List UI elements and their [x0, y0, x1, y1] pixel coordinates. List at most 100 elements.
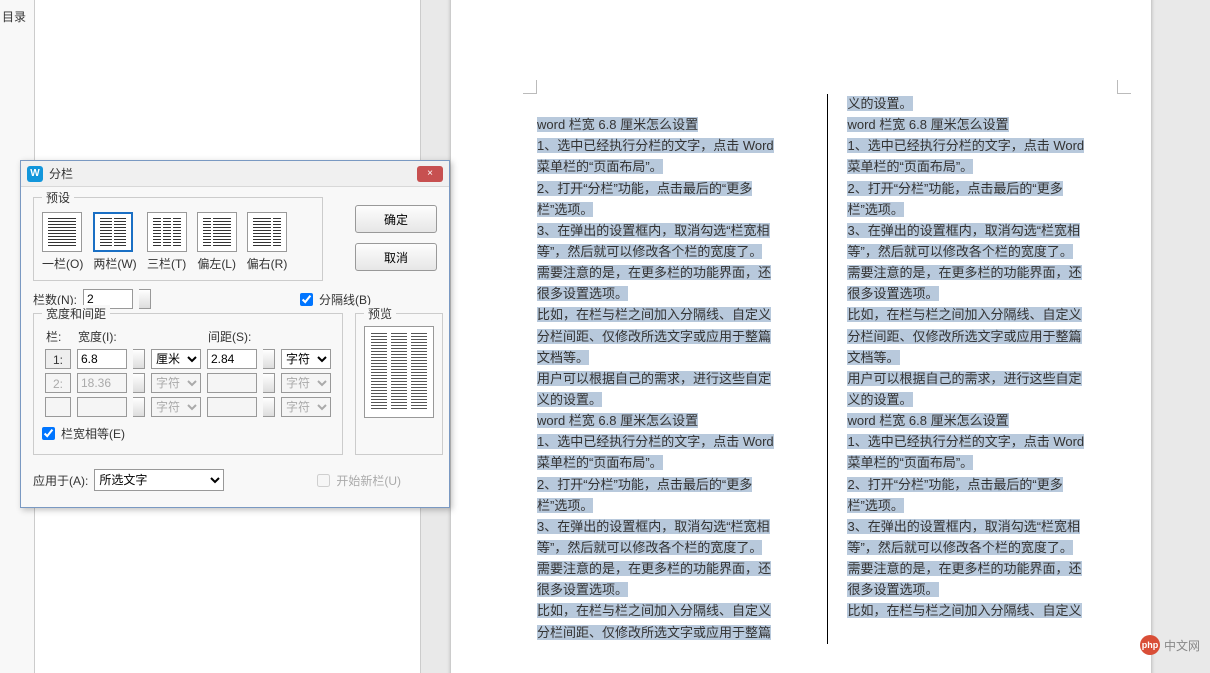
- text-line[interactable]: word 栏宽 6.8 厘米怎么设置: [847, 115, 1117, 135]
- preset-4[interactable]: 偏左(L): [197, 212, 237, 272]
- text-line[interactable]: 1、选中已经执行分栏的文字，点击 Word: [847, 136, 1117, 156]
- width-unit-select[interactable]: 厘米: [151, 349, 201, 369]
- separator-checkbox[interactable]: [300, 293, 313, 306]
- spacing-unit-select[interactable]: 字符: [281, 349, 331, 369]
- text-line[interactable]: 义的设置。: [847, 94, 1117, 114]
- document-page[interactable]: word 栏宽 6.8 厘米怎么设置1、选中已经执行分栏的文字，点击 Word菜…: [451, 0, 1151, 673]
- text-line[interactable]: 用户可以根据自己的需求，进行这些自定: [847, 369, 1117, 389]
- document-workspace[interactable]: word 栏宽 6.8 厘米怎么设置1、选中已经执行分栏的文字，点击 Word菜…: [420, 0, 1210, 673]
- text-line[interactable]: 2、打开“分栏”功能，点击最后的“更多: [847, 475, 1117, 495]
- text-line[interactable]: 3、在弹出的设置框内，取消勾选“栏宽相: [847, 221, 1117, 241]
- text-line[interactable]: 文档等。: [847, 348, 1117, 368]
- spacing-input: [207, 373, 257, 393]
- spinner-icon[interactable]: [139, 289, 151, 309]
- preview-legend: 预览: [364, 305, 396, 322]
- text-line[interactable]: 比如，在栏与栏之间加入分隔线、自定义: [847, 305, 1117, 325]
- text-line[interactable]: 等”，然后就可以修改各个栏的宽度了。: [847, 538, 1117, 558]
- text-line[interactable]: 3、在弹出的设置框内，取消勾选“栏宽相: [847, 517, 1117, 537]
- spinner-icon[interactable]: [263, 349, 275, 369]
- text-line[interactable]: 菜单栏的“页面布局”。: [537, 453, 807, 473]
- text-line[interactable]: 栏”选项。: [847, 200, 1117, 220]
- columns-icon: [247, 212, 287, 252]
- text-line[interactable]: 比如，在栏与栏之间加入分隔线、自定义: [537, 601, 807, 621]
- text-line[interactable]: 2、打开“分栏”功能，点击最后的“更多: [847, 179, 1117, 199]
- text-line[interactable]: 需要注意的是，在更多栏的功能界面，还: [847, 559, 1117, 579]
- text-line[interactable]: 2、打开“分栏”功能，点击最后的“更多: [537, 475, 807, 495]
- cancel-button[interactable]: 取消: [355, 243, 437, 271]
- text-line[interactable]: 1、选中已经执行分栏的文字，点击 Word: [537, 136, 807, 156]
- text-line[interactable]: 很多设置选项。: [537, 284, 807, 304]
- width-header: 宽度(I):: [74, 326, 204, 347]
- text-line[interactable]: 3、在弹出的设置框内，取消勾选“栏宽相: [537, 221, 807, 241]
- text-line[interactable]: word 栏宽 6.8 厘米怎么设置: [847, 411, 1117, 431]
- close-button[interactable]: ×: [417, 166, 443, 182]
- text-line[interactable]: 菜单栏的“页面布局”。: [847, 453, 1117, 473]
- watermark-text: 中文网: [1164, 637, 1200, 654]
- text-line[interactable]: 很多设置选项。: [847, 284, 1117, 304]
- ok-button[interactable]: 确定: [355, 205, 437, 233]
- spacing-unit-select: 字符: [281, 397, 331, 417]
- text-line[interactable]: [537, 94, 807, 114]
- width-input: [77, 373, 127, 393]
- spinner-icon: [133, 373, 145, 393]
- watermark: php 中文网: [1140, 635, 1200, 655]
- text-line[interactable]: 菜单栏的“页面布局”。: [537, 157, 807, 177]
- preset-3[interactable]: 三栏(T): [147, 212, 187, 272]
- text-line[interactable]: 义的设置。: [537, 390, 807, 410]
- text-line[interactable]: 义的设置。: [847, 390, 1117, 410]
- text-line[interactable]: 1、选中已经执行分栏的文字，点击 Word: [537, 432, 807, 452]
- text-line[interactable]: 比如，在栏与栏之间加入分隔线、自定义: [537, 305, 807, 325]
- equal-width-checkbox[interactable]: [42, 427, 55, 440]
- text-line[interactable]: 很多设置选项。: [847, 580, 1117, 600]
- text-line[interactable]: word 栏宽 6.8 厘米怎么设置: [537, 411, 807, 431]
- width-input: [77, 397, 127, 417]
- text-line[interactable]: 菜单栏的“页面布局”。: [847, 157, 1117, 177]
- php-logo-icon: php: [1140, 635, 1160, 655]
- text-line[interactable]: 文档等。: [537, 348, 807, 368]
- text-line[interactable]: 等”，然后就可以修改各个栏的宽度了。: [537, 538, 807, 558]
- preset-5[interactable]: 偏右(R): [247, 212, 288, 272]
- width-spacing-legend: 宽度和间距: [42, 305, 110, 322]
- width-unit-select: 字符: [151, 373, 201, 393]
- spinner-icon: [263, 397, 275, 417]
- text-line[interactable]: 栏”选项。: [537, 496, 807, 516]
- columns-icon: [197, 212, 237, 252]
- spinner-icon: [133, 397, 145, 417]
- preset-1[interactable]: 一栏(O): [42, 212, 83, 272]
- spinner-icon[interactable]: [133, 349, 145, 369]
- columns-icon: [93, 212, 133, 252]
- margin-mark-icon: [1117, 80, 1131, 94]
- text-line[interactable]: 需要注意的是，在更多栏的功能界面，还: [847, 263, 1117, 283]
- spacing-input: [207, 397, 257, 417]
- text-line[interactable]: 等”，然后就可以修改各个栏的宽度了。: [537, 242, 807, 262]
- spacing-input[interactable]: [207, 349, 257, 369]
- text-line[interactable]: 等”，然后就可以修改各个栏的宽度了。: [847, 242, 1117, 262]
- text-line[interactable]: 栏”选项。: [847, 496, 1117, 516]
- dialog-titlebar[interactable]: W 分栏 ×: [21, 161, 449, 187]
- preset-label: 两栏(W): [93, 255, 136, 272]
- apply-to-select[interactable]: 所选文字: [94, 469, 224, 491]
- text-line[interactable]: 很多设置选项。: [537, 580, 807, 600]
- text-line[interactable]: 需要注意的是，在更多栏的功能界面，还: [537, 559, 807, 579]
- text-line[interactable]: 分栏间距、仅修改所选文字或应用于整篇: [537, 327, 807, 347]
- text-column-1[interactable]: word 栏宽 6.8 厘米怎么设置1、选中已经执行分栏的文字，点击 Word菜…: [537, 94, 807, 644]
- preset-label: 偏右(R): [247, 255, 288, 272]
- close-icon: ×: [427, 168, 433, 179]
- preset-label: 一栏(O): [42, 255, 83, 272]
- text-line[interactable]: 分栏间距、仅修改所选文字或应用于整篇: [537, 623, 807, 643]
- text-line[interactable]: 用户可以根据自己的需求，进行这些自定: [537, 369, 807, 389]
- text-line[interactable]: 比如，在栏与栏之间加入分隔线、自定义: [847, 601, 1117, 621]
- text-line[interactable]: 栏”选项。: [537, 200, 807, 220]
- width-input[interactable]: [77, 349, 127, 369]
- text-line[interactable]: 2、打开“分栏”功能，点击最后的“更多: [537, 179, 807, 199]
- sidebar-label: 目录: [2, 8, 26, 25]
- preset-legend: 预设: [42, 189, 74, 206]
- text-line[interactable]: 3、在弹出的设置框内，取消勾选“栏宽相: [537, 517, 807, 537]
- text-column-2[interactable]: 义的设置。 word 栏宽 6.8 厘米怎么设置1、选中已经执行分栏的文字，点击…: [847, 94, 1117, 644]
- row-index: 2:: [45, 373, 71, 393]
- text-line[interactable]: 需要注意的是，在更多栏的功能界面，还: [537, 263, 807, 283]
- preset-2[interactable]: 两栏(W): [93, 212, 136, 272]
- text-line[interactable]: word 栏宽 6.8 厘米怎么设置: [537, 115, 807, 135]
- text-line[interactable]: 分栏间距、仅修改所选文字或应用于整篇: [847, 327, 1117, 347]
- text-line[interactable]: 1、选中已经执行分栏的文字，点击 Word: [847, 432, 1117, 452]
